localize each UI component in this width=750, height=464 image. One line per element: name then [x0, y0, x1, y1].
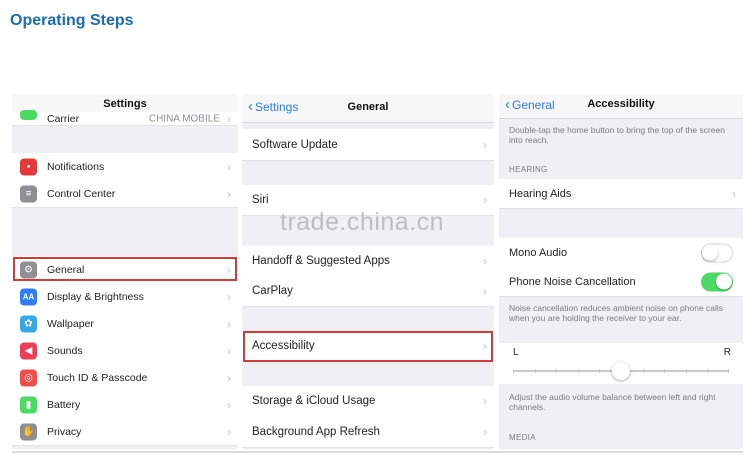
general-navbar: ‹ Settings General	[242, 94, 494, 123]
track-tick	[513, 369, 514, 373]
row-label: Control Center	[47, 187, 116, 200]
balance-note: Adjust the audio volume balance between …	[509, 392, 716, 412]
row-label: Display & Brightness	[47, 290, 144, 303]
row-label: Battery	[47, 398, 81, 411]
notifications-icon: ▪	[20, 158, 37, 175]
chevron-right-icon: ›	[227, 111, 231, 126]
chevron-right-icon: ›	[483, 284, 487, 298]
chevron-right-icon: ›	[227, 370, 231, 385]
row-label: Sounds	[47, 344, 83, 357]
carrier-row[interactable]: Carrier CHINA MOBILE ›	[12, 110, 238, 126]
chevron-right-icon: ›	[483, 254, 487, 268]
hearing-header: HEARING	[509, 165, 548, 174]
carrier-icon	[20, 110, 37, 120]
chevron-left-icon: ‹	[505, 96, 510, 113]
accessibility-highlight	[243, 331, 493, 362]
row-label: Handoff & Suggested Apps	[252, 255, 390, 267]
chevron-right-icon: ›	[227, 289, 231, 304]
track-tick	[727, 369, 729, 373]
settings-title: Settings	[103, 98, 147, 110]
display-icon: AA	[20, 288, 37, 305]
row-label: Storage & iCloud Usage	[252, 395, 376, 407]
carrier-label: Carrier	[47, 113, 80, 126]
fingerprint-icon: ◎	[20, 369, 37, 386]
page-title: Operating Steps	[10, 12, 134, 29]
row-label: Siri	[252, 194, 269, 206]
row-phone-noise-cancellation: Phone Noise Cancellation	[499, 267, 743, 297]
row-carplay[interactable]: CarPlay ›	[242, 276, 494, 307]
balance-slider-row: L R	[499, 343, 743, 384]
chevron-right-icon: ›	[227, 397, 231, 412]
settings-row-touch-id[interactable]: ◎ Touch ID & Passcode ›	[12, 364, 238, 392]
track-tick	[664, 369, 666, 373]
chevron-right-icon: ›	[227, 316, 231, 331]
row-label: Software Update	[252, 138, 338, 151]
row-software-update[interactable]: Software Update ›	[242, 129, 494, 161]
divider	[12, 451, 743, 453]
settings-row-control-center[interactable]: ≡ Control Center ›	[12, 180, 238, 208]
balance-left-label: L	[513, 347, 519, 358]
settings-row-notifications[interactable]: ▪ Notifications ›	[12, 153, 238, 181]
settings-row-privacy[interactable]: ✋ Privacy ›	[12, 418, 238, 446]
chevron-right-icon: ›	[227, 424, 231, 439]
settings-row-wallpaper[interactable]: ✿ Wallpaper ›	[12, 310, 238, 338]
row-label: Touch ID & Passcode	[47, 371, 148, 384]
chevron-right-icon: ›	[483, 424, 487, 439]
toggle-knob	[716, 273, 732, 289]
general-title: General	[347, 101, 389, 113]
track-tick	[685, 369, 687, 373]
sounds-icon: ◀	[20, 342, 37, 359]
control-center-icon: ≡	[20, 185, 37, 202]
noise-cancellation-note: Noise cancellation reduces ambient noise…	[509, 303, 724, 323]
hand-icon: ✋	[20, 423, 37, 440]
track-tick	[577, 369, 579, 373]
settings-row-display[interactable]: AA Display & Brightness ›	[12, 283, 238, 311]
reachability-note: Double-tap the home button to bring the …	[509, 125, 725, 145]
general-highlight	[13, 257, 237, 281]
chevron-right-icon: ›	[483, 193, 487, 207]
settings-row-battery[interactable]: ▮ Battery ›	[12, 391, 238, 419]
row-label: Notifications	[47, 160, 105, 173]
track-tick	[534, 369, 536, 373]
media-header: MEDIA	[509, 433, 536, 442]
wallpaper-icon: ✿	[20, 315, 37, 332]
accessibility-screen: ‹ General Accessibility Double-tap the ho…	[499, 94, 743, 449]
track-tick	[642, 369, 644, 373]
carrier-value: CHINA MOBILE	[148, 113, 220, 124]
accessibility-navbar: ‹ General Accessibility	[499, 94, 743, 119]
track-tick	[599, 369, 601, 373]
row-label: Privacy	[47, 425, 82, 438]
track-tick	[707, 369, 709, 373]
chevron-right-icon: ›	[227, 186, 231, 201]
accessibility-title: Accessibility	[587, 98, 655, 110]
chevron-right-icon: ›	[483, 394, 487, 408]
chevron-right-icon: ›	[732, 186, 736, 201]
balance-slider-thumb[interactable]	[612, 362, 630, 380]
settings-row-sounds[interactable]: ◀ Sounds ›	[12, 337, 238, 365]
mono-audio-toggle[interactable]	[701, 243, 733, 262]
row-background-refresh[interactable]: Background App Refresh ›	[242, 416, 494, 448]
chevron-right-icon: ›	[483, 137, 487, 152]
settings-screen: Settings Carrier CHINA MOBILE › ▪ Notifi…	[12, 94, 238, 449]
phone-noise-toggle[interactable]	[701, 272, 733, 291]
row-mono-audio: Mono Audio	[499, 238, 743, 268]
watermark: trade.china.cn	[280, 208, 445, 236]
battery-icon: ▮	[20, 396, 37, 413]
row-label: Phone Noise Cancellation	[509, 275, 636, 288]
toggle-knob	[702, 244, 718, 260]
row-label: CarPlay	[252, 285, 293, 297]
row-label: Wallpaper	[47, 317, 94, 330]
balance-right-label: R	[723, 347, 731, 358]
chevron-right-icon: ›	[227, 343, 231, 358]
row-storage[interactable]: Storage & iCloud Usage ›	[242, 386, 494, 417]
track-tick	[556, 369, 558, 373]
row-label: Hearing Aids	[509, 187, 572, 200]
balance-track[interactable]	[513, 362, 729, 380]
general-screen: ‹ Settings General Software Update › Siri…	[242, 94, 494, 449]
row-handoff[interactable]: Handoff & Suggested Apps ›	[242, 246, 494, 277]
row-label: Background App Refresh	[252, 425, 380, 438]
row-hearing-aids[interactable]: Hearing Aids ›	[499, 179, 743, 209]
chevron-right-icon: ›	[227, 159, 231, 174]
row-label: Mono Audio	[509, 246, 568, 259]
